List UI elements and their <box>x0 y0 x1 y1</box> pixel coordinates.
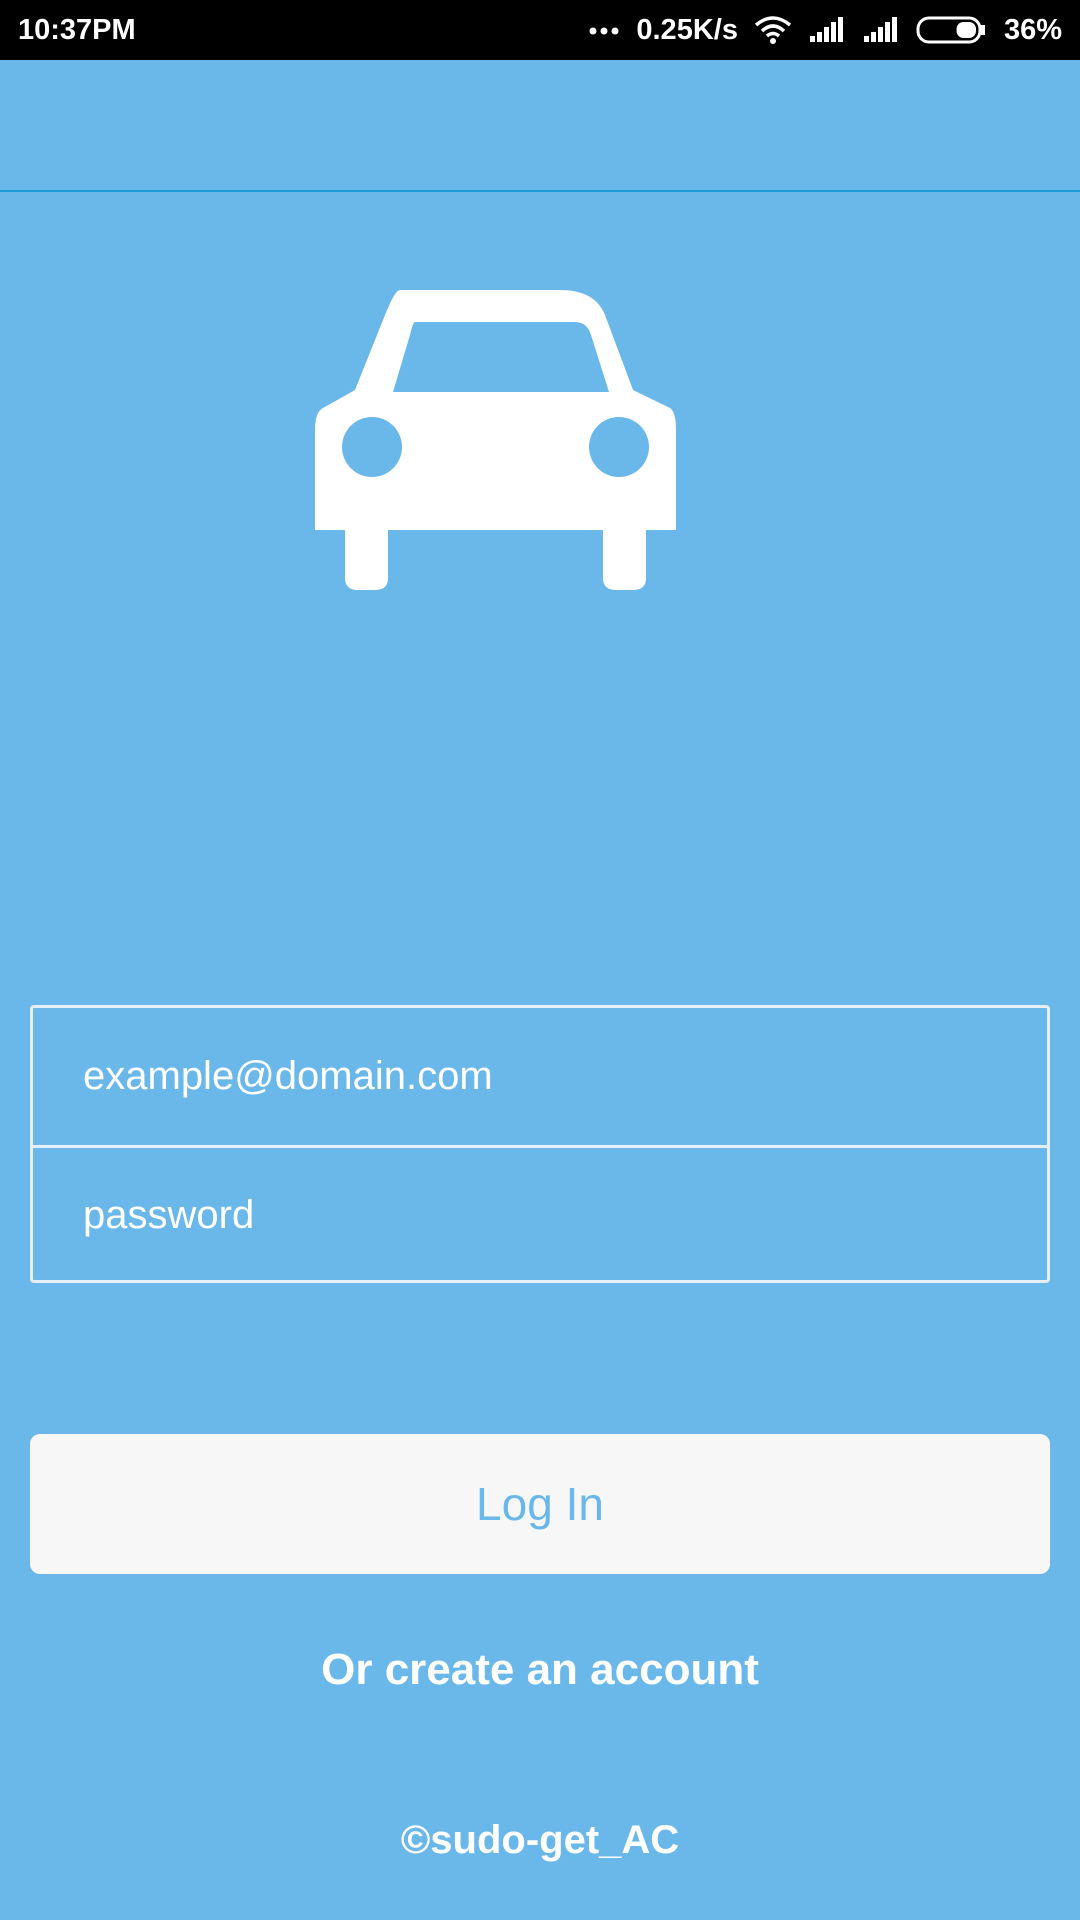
status-time: 10:37PM <box>18 13 136 46</box>
password-placeholder: password <box>83 1192 255 1237</box>
signal-icon <box>808 16 846 44</box>
copyright-text: ©sudo-get_AC <box>400 1818 680 1862</box>
login-button-label: Log In <box>476 1478 604 1530</box>
email-placeholder: example@domain.com <box>83 1054 493 1098</box>
app-bar <box>0 60 1080 192</box>
create-account-link[interactable]: Or create an account <box>0 1640 1080 1700</box>
login-form: example@domain.com password <box>30 1005 1050 1283</box>
battery-icon <box>916 15 988 45</box>
login-screen: 10:37PM 0.25K/s 36% example@domain.com p… <box>0 0 1080 1920</box>
car-icon <box>315 290 765 660</box>
battery-percent: 36% <box>1003 13 1062 46</box>
password-field[interactable]: password <box>33 1145 1047 1282</box>
network-speed: 0.25K/s <box>636 13 738 46</box>
email-field[interactable]: example@domain.com <box>33 1008 1047 1145</box>
status-bar: 10:37PM 0.25K/s 36% <box>0 0 1080 60</box>
wifi-icon <box>754 15 792 45</box>
signal-icon <box>862 16 900 44</box>
more-dots-icon <box>588 25 620 35</box>
login-button[interactable]: Log In <box>30 1434 1050 1574</box>
